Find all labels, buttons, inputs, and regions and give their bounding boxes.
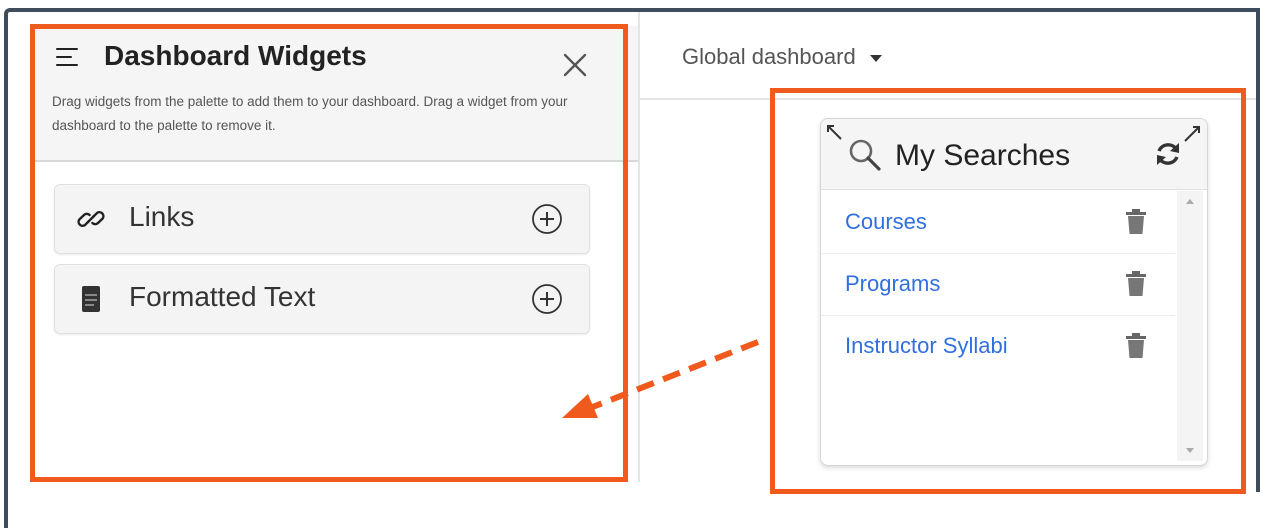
dashboard-selector[interactable]: Global dashboard bbox=[682, 44, 882, 70]
annotation-drag-arrow-icon bbox=[562, 339, 760, 418]
dashboard-selector-label: Global dashboard bbox=[682, 44, 856, 69]
annotation-highlight-palette bbox=[30, 24, 628, 482]
caret-down-icon bbox=[869, 54, 882, 62]
annotation-highlight-widget bbox=[770, 88, 1246, 494]
